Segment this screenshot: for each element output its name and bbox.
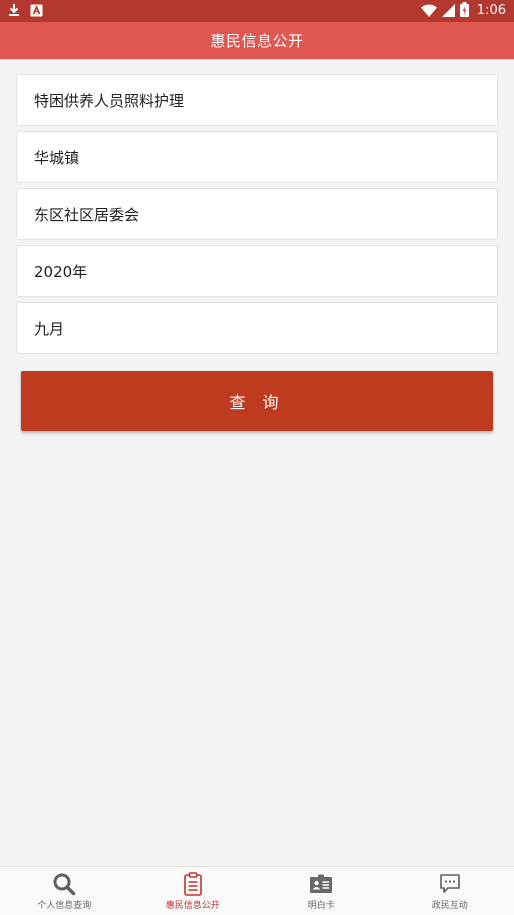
chat-icon: [439, 872, 461, 896]
status-left-icons: [8, 2, 43, 20]
query-button[interactable]: 查 询: [21, 371, 493, 431]
nav-label: 惠民信息公开: [166, 898, 220, 911]
community-select[interactable]: 东区社区居委会: [16, 188, 498, 240]
status-bar: 1:06: [0, 0, 514, 22]
nav-label: 政民互动: [432, 898, 468, 911]
wifi-icon: [421, 2, 437, 21]
clipboard-icon: [183, 872, 203, 896]
town-select[interactable]: 华城镇: [16, 131, 498, 183]
month-select[interactable]: 九月: [16, 302, 498, 354]
battery-icon: [460, 2, 469, 21]
page-title: 惠民信息公开: [210, 30, 303, 51]
year-select[interactable]: 2020年: [16, 245, 498, 297]
download-icon: [8, 2, 20, 21]
a-badge-icon: [30, 2, 43, 21]
nav-label: 个人信息查询: [37, 898, 91, 911]
id-card-icon: [309, 872, 333, 896]
query-form: 特困供养人员照料护理 华城镇 东区社区居委会 2020年 九月: [16, 74, 498, 359]
search-icon: [52, 872, 76, 896]
signal-icon: [442, 2, 455, 21]
bottom-nav: 个人信息查询 惠民信息公开 明白卡 政民互动: [0, 866, 514, 915]
nav-item-personal-query[interactable]: 个人信息查询: [0, 867, 129, 915]
nav-item-info-public[interactable]: 惠民信息公开: [129, 867, 258, 915]
status-time: 1:06: [477, 2, 506, 20]
header-bar: 惠民信息公开: [0, 22, 514, 60]
status-right-icons: 1:06: [421, 2, 506, 20]
category-select[interactable]: 特困供养人员照料护理: [16, 74, 498, 126]
nav-label: 明白卡: [308, 898, 335, 911]
nav-item-mingbai-card[interactable]: 明白卡: [257, 867, 386, 915]
nav-item-interaction[interactable]: 政民互动: [386, 867, 514, 915]
